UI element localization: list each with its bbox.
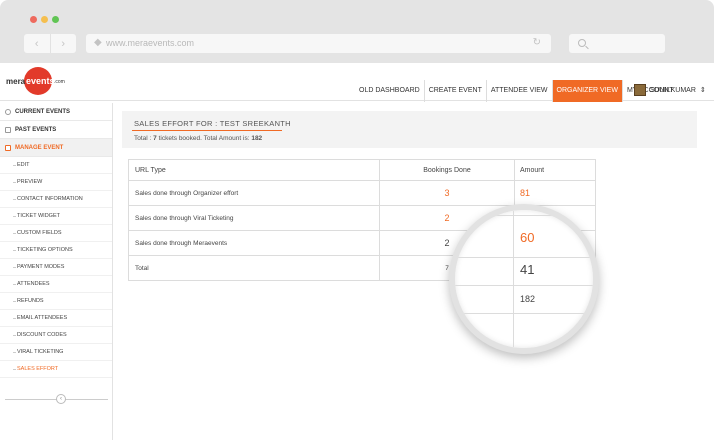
url-type-cell: Sales done through Viral Ticketing	[135, 214, 234, 222]
maximize-dot-icon[interactable]	[52, 16, 59, 23]
sidebar-item-label: CURRENT EVENTS	[15, 108, 71, 115]
sidebar: CURRENT EVENTS PAST EVENTS MANAGE EVENT …	[0, 103, 113, 440]
sidebar-subitem-payment-modes[interactable]: PAYMENT MODES	[0, 259, 112, 276]
sidebar-subitem-discount-codes[interactable]: DISCOUNT CODES	[0, 327, 112, 344]
browser-window-chrome: ‹ › ◆ www.meraevents.com ↻	[0, 0, 714, 63]
column-header-bookings: Bookings Done	[379, 160, 514, 180]
sidebar-collapse-divider: ‹	[5, 394, 108, 404]
sidebar-item-past-events[interactable]: PAST EVENTS	[0, 121, 112, 139]
nav-attendee-view[interactable]: ATTENDEE VIEW	[485, 80, 552, 102]
sidebar-subitem-ticket-widget[interactable]: TICKET WIDGET	[0, 208, 112, 225]
sidebar-item-label: PAST EVENTS	[15, 126, 57, 133]
history-buttons: ‹ ›	[24, 34, 76, 53]
table-row: Sales done through Organizer effort 3 81	[129, 180, 595, 205]
magnifier-lens: 60 41 182	[449, 204, 599, 354]
minimize-dot-icon[interactable]	[41, 16, 48, 23]
sidebar-subitem-preview[interactable]: PREVIEW	[0, 174, 112, 191]
summary-prefix: Total :	[134, 135, 154, 142]
url-type-cell: Sales done through Meraevents	[135, 239, 228, 247]
browser-search-field[interactable]	[569, 34, 665, 53]
window-controls	[30, 16, 59, 23]
sidebar-item-manage-event[interactable]: MANAGE EVENT	[0, 139, 112, 157]
collapse-chevron-icon[interactable]: ‹	[56, 394, 66, 404]
page-title: SALES EFFORT FOR : TEST SREEKANTH	[134, 119, 291, 128]
sidebar-item-label: MANAGE EVENT	[15, 144, 64, 151]
sidebar-subitem-edit[interactable]: EDIT	[0, 157, 112, 174]
sidebar-subitem-viral-ticketing[interactable]: VIRAL TICKETING	[0, 344, 112, 361]
page-title-box: SALES EFFORT FOR : TEST SREEKANTH Total …	[122, 111, 697, 148]
column-header-amount: Amount	[514, 160, 595, 180]
url-type-cell: Total	[135, 264, 149, 272]
nav-organizer-view[interactable]: ORGANIZER VIEW	[551, 80, 622, 102]
summary-amount: 182	[251, 135, 263, 142]
nav-create-event[interactable]: CREATE EVENT	[423, 80, 486, 102]
logo-events-text: events	[26, 76, 55, 86]
meraevents-logo[interactable]: mera events .com	[6, 67, 65, 97]
sidebar-item-current-events[interactable]: CURRENT EVENTS	[0, 103, 112, 121]
logo-com-text: .com	[54, 79, 65, 85]
sidebar-subitem-custom-fields[interactable]: CUSTOM FIELDS	[0, 225, 112, 242]
magnified-column-divider	[513, 210, 514, 348]
site-icon: ◆	[94, 37, 102, 48]
url-type-cell: Sales done through Organizer effort	[135, 189, 239, 197]
magnified-row-divider	[455, 313, 593, 314]
caret-updown-icon: ⇕	[699, 87, 706, 94]
summary-middle: tickets booked. Total Amount is:	[156, 135, 252, 142]
avatar	[634, 84, 646, 96]
title-underline	[132, 130, 282, 131]
logo-mera-text: mera	[6, 77, 26, 86]
amount-cell[interactable]: 81	[514, 181, 595, 205]
back-arrow-icon[interactable]: ‹	[24, 34, 50, 53]
sidebar-subitem-email-attendees[interactable]: EMAIL ATTENDEES	[0, 310, 112, 327]
search-icon	[578, 39, 586, 47]
sidebar-subitem-contact-information[interactable]: CONTACT INFORMATION	[0, 191, 112, 208]
forward-arrow-icon[interactable]: ›	[49, 34, 77, 53]
calendar-icon	[5, 144, 11, 151]
magnified-amount-viral: 60	[520, 230, 535, 245]
column-header-url-type: URL Type	[135, 166, 166, 174]
table-header-row: URL Type Bookings Done Amount	[129, 160, 595, 180]
list-icon	[5, 126, 11, 133]
magnified-row-divider	[455, 285, 593, 286]
magnified-amount-total: 182	[520, 294, 536, 304]
bookings-cell[interactable]: 3	[379, 181, 514, 205]
address-bar[interactable]: ◆ www.meraevents.com ↻	[86, 34, 551, 53]
magnified-amount-meraevents: 41	[520, 262, 535, 277]
sidebar-subitem-sales-effort[interactable]: SALES EFFORT	[0, 361, 112, 378]
url-text[interactable]: www.meraevents.com	[106, 38, 194, 48]
sidebar-subitem-ticketing-options[interactable]: TICKETING OPTIONS	[0, 242, 112, 259]
user-name: SUNILKUMAR	[650, 86, 696, 94]
reload-icon[interactable]: ↻	[533, 37, 541, 48]
sidebar-subitem-attendees[interactable]: ATTENDEES	[0, 276, 112, 293]
nav-old-dashboard[interactable]: OLD DASHBOARD	[355, 80, 424, 102]
close-dot-icon[interactable]	[30, 16, 37, 23]
sidebar-subitem-refunds[interactable]: REFUNDS	[0, 293, 112, 310]
sales-summary: Total : 7 tickets booked. Total Amount i…	[134, 135, 262, 142]
magnified-row-divider	[455, 215, 593, 216]
top-navigation: OLD DASHBOARD CREATE EVENT ATTENDEE VIEW…	[355, 80, 678, 102]
magnified-row-divider	[455, 257, 593, 258]
clock-icon	[5, 108, 11, 115]
user-menu[interactable]: SUNILKUMAR ⇕	[634, 84, 706, 96]
